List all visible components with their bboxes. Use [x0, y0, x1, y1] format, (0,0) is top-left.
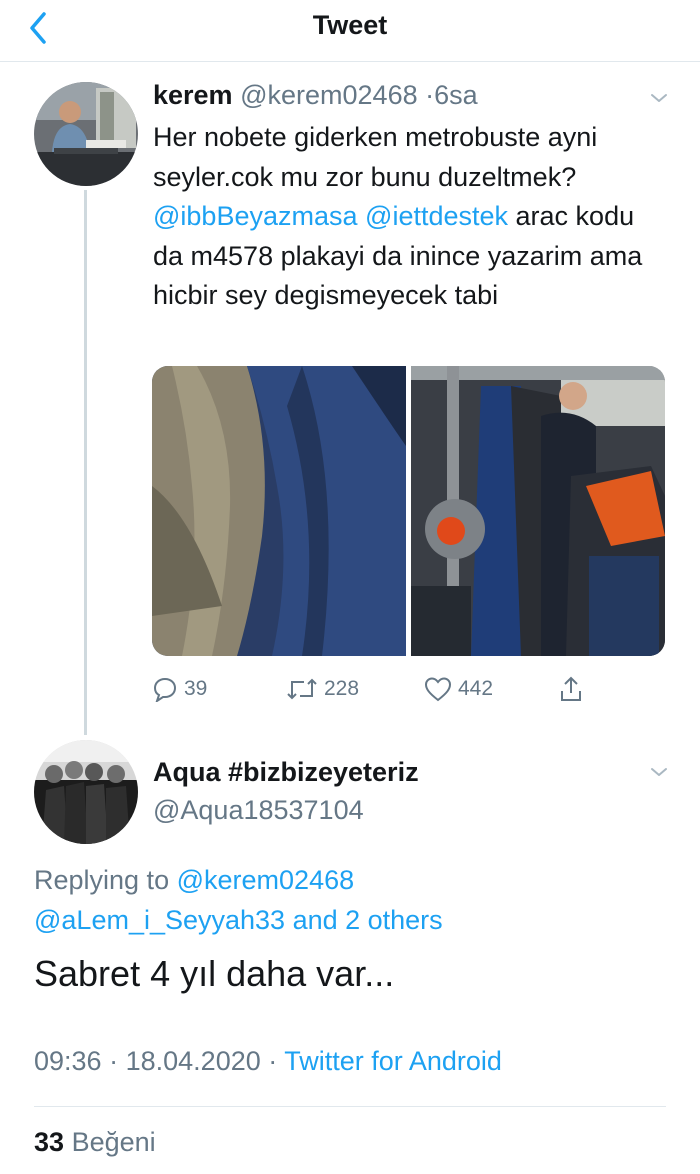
heart-icon: [424, 677, 452, 702]
reply-text: Sabret 4 yıl daha var...: [34, 953, 395, 994]
mention-link[interactable]: @kerem02468: [177, 865, 355, 895]
likes-count: 33: [34, 1127, 65, 1157]
reply-count: 39: [184, 677, 208, 700]
divider: [34, 1106, 666, 1107]
likes-summary[interactable]: 33 Beğeni: [34, 1127, 156, 1158]
reply-menu-button[interactable]: [647, 760, 671, 784]
retweet-count: 228: [324, 677, 360, 700]
avatar[interactable]: [34, 82, 138, 186]
reply-author-name[interactable]: Aqua #bizbizeyeteriz: [153, 757, 419, 788]
tweet-menu-button[interactable]: [647, 86, 671, 110]
retweet-button[interactable]: 228: [286, 670, 359, 708]
tweet-photo[interactable]: [411, 366, 665, 656]
separator-dot: ·: [268, 1046, 278, 1076]
reply-button[interactable]: 39: [152, 670, 207, 708]
reply-author-handle[interactable]: @Aqua18537104: [153, 795, 364, 826]
top-bar: Tweet: [0, 0, 700, 62]
tweet-text-part1: Her nobete giderken metrobuste ayni seyl…: [153, 122, 598, 192]
share-button[interactable]: [558, 670, 584, 708]
like-button[interactable]: 442: [424, 670, 493, 708]
replying-to: Replying to @kerem02468 @aLem_i_Seyyah33…: [34, 860, 664, 940]
separator-dot: ·: [109, 1046, 119, 1076]
page-title: Tweet: [312, 10, 388, 40]
chevron-down-icon: [651, 94, 667, 102]
retweet-icon: [287, 678, 317, 700]
likes-label: Beğeni: [71, 1127, 156, 1157]
author-handle[interactable]: @kerem02468: [240, 80, 418, 110]
share-icon: [561, 676, 581, 701]
tweet-media: [152, 366, 665, 656]
author-name[interactable]: kerem: [153, 80, 233, 110]
mention-link[interactable]: @iettdestek: [365, 201, 508, 231]
tweet-source[interactable]: Twitter for Android: [284, 1046, 502, 1076]
mention-link[interactable]: @aLem_i_Seyyah33 and 2 others: [34, 905, 443, 935]
avatar[interactable]: [34, 740, 138, 844]
tweet-author-row: kerem @kerem02468 ·6sa: [153, 80, 478, 111]
replying-prefix: Replying to: [34, 865, 170, 895]
tweet-time: 6sa: [434, 80, 478, 110]
tweet-meta: 09:36 · 18.04.2020 · Twitter for Android: [34, 1046, 502, 1077]
tweet-timestamp: 09:36: [34, 1046, 102, 1076]
comment-icon: [153, 677, 177, 702]
tweet-text: Her nobete giderken metrobuste ayni seyl…: [153, 118, 668, 316]
tweet-photo[interactable]: [152, 366, 406, 656]
tweet-actions: 39 228 442: [152, 670, 665, 710]
tweet-date: 18.04.2020: [125, 1046, 261, 1076]
chevron-down-icon: [651, 768, 667, 776]
separator-dot: ·: [425, 80, 435, 110]
mention-link[interactable]: @ibbBeyazmasa: [153, 201, 358, 231]
like-count: 442: [458, 677, 494, 700]
thread-connector: [84, 190, 87, 735]
